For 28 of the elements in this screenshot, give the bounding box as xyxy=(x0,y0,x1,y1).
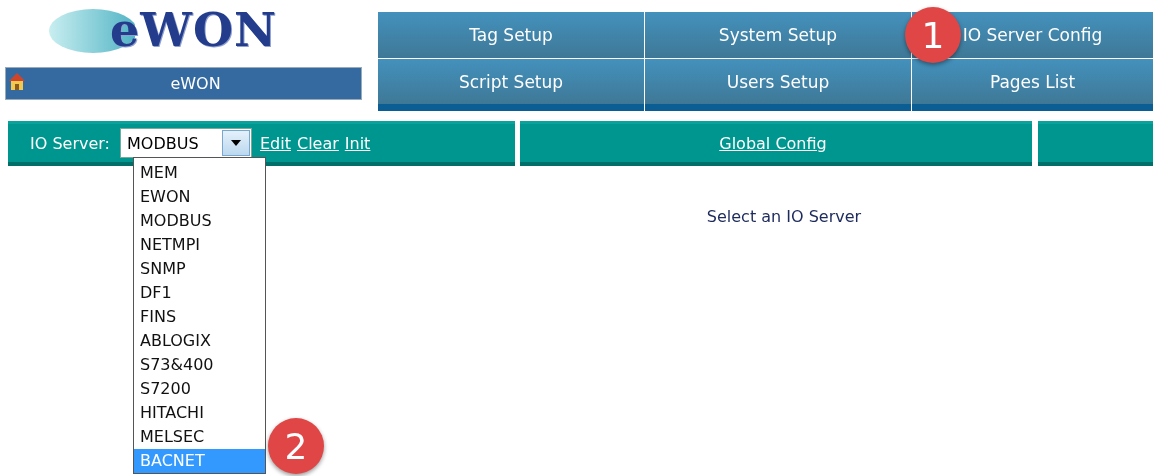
message: Select an IO Server xyxy=(706,207,862,226)
toolbar-link[interactable]: Clear xyxy=(296,133,339,153)
dropdown-option[interactable]: HITACHI xyxy=(134,401,265,425)
dropdown-option[interactable]: NETMPI xyxy=(134,233,265,257)
title-text: eWON xyxy=(169,74,222,93)
dropdown-option[interactable]: MELSEC xyxy=(134,425,265,449)
caret-icon xyxy=(231,140,241,146)
io-server-label: IO Server: xyxy=(30,133,110,153)
house-icon[interactable] xyxy=(8,71,26,91)
dropdown-option[interactable]: MEM xyxy=(134,161,265,185)
dropdown-option[interactable]: ABLOGIX xyxy=(134,329,265,353)
dropdown-option[interactable]: SNMP xyxy=(134,257,265,281)
dropdown-option[interactable]: MODBUS xyxy=(134,209,265,233)
menu-tab[interactable]: System Setup xyxy=(645,12,911,58)
toolbar-link[interactable]: Edit xyxy=(260,133,291,153)
dropdown-option[interactable]: S73&400 xyxy=(134,353,265,377)
server-select[interactable]: MODBUS xyxy=(120,128,252,158)
menu-tab[interactable]: Users Setup xyxy=(645,59,911,111)
menu-tab[interactable]: Tag Setup xyxy=(378,12,644,58)
dropdown-option[interactable]: FINS xyxy=(134,305,265,329)
menu-tab[interactable]: Pages List xyxy=(912,59,1153,111)
dropdown-option[interactable]: S7200 xyxy=(134,377,265,401)
menu-tab[interactable]: Script Setup xyxy=(378,59,644,111)
step-callout-tooltip: 2 xyxy=(268,418,324,474)
dropdown-option[interactable]: DF1 xyxy=(134,281,265,305)
dropdown-option[interactable]: EWON xyxy=(134,185,265,209)
toolbar-link[interactable]: Init xyxy=(344,133,371,153)
global-config-link[interactable]: Global Config xyxy=(719,133,827,153)
